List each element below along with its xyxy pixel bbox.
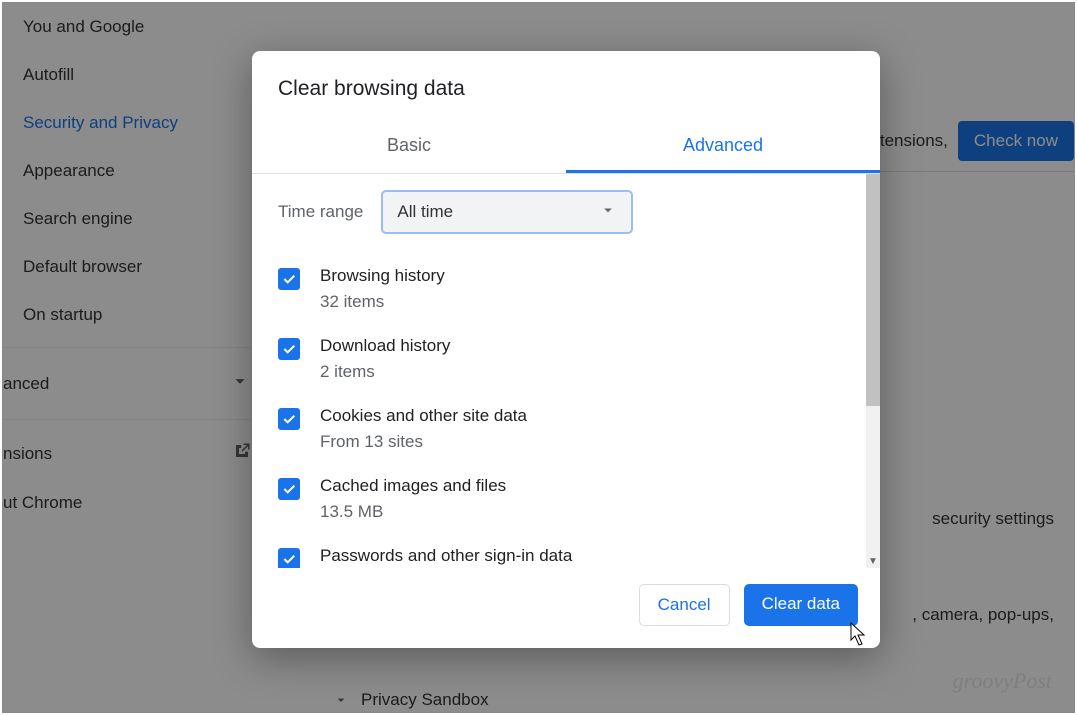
option-subtitle: 32 items: [320, 292, 445, 312]
option-subtitle: 13.5 MB: [320, 502, 506, 522]
time-range-label: Time range: [278, 202, 363, 222]
dialog-title: Clear browsing data: [252, 51, 880, 123]
cancel-button[interactable]: Cancel: [639, 584, 730, 626]
checkbox-passwords[interactable]: [278, 548, 300, 568]
check-icon: [281, 271, 297, 287]
option-subtitle: 2 items: [320, 362, 450, 382]
dialog-tabs: Basic Advanced: [252, 123, 880, 174]
scrollbar-thumb[interactable]: [866, 174, 880, 406]
option-cached[interactable]: Cached images and files 13.5 MB: [278, 466, 856, 536]
check-icon: [281, 341, 297, 357]
option-browsing-history[interactable]: Browsing history 32 items: [278, 256, 856, 326]
clear-browsing-data-dialog: Clear browsing data Basic Advanced Time …: [252, 51, 880, 648]
checkbox-cached[interactable]: [278, 478, 300, 500]
mouse-cursor-icon: [850, 622, 870, 653]
option-title: Browsing history: [320, 266, 445, 286]
dialog-footer: Cancel Clear data: [252, 568, 880, 648]
option-download-history[interactable]: Download history 2 items: [278, 326, 856, 396]
option-subtitle: From 13 sites: [320, 432, 527, 452]
checkbox-download-history[interactable]: [278, 338, 300, 360]
time-range-value: All time: [397, 202, 453, 222]
option-passwords[interactable]: Passwords and other sign-in data: [278, 536, 856, 568]
checkbox-cookies[interactable]: [278, 408, 300, 430]
scroll-area: Time range All time Browsing history: [252, 174, 866, 568]
time-range-row: Time range All time: [278, 190, 856, 234]
time-range-select[interactable]: All time: [381, 190, 633, 234]
option-title: Cached images and files: [320, 476, 506, 496]
scrollbar-down-arrow[interactable]: ▼: [866, 554, 880, 568]
scrollbar-track[interactable]: ▼: [866, 174, 880, 568]
chevron-down-icon: [599, 201, 617, 224]
clear-data-button[interactable]: Clear data: [744, 584, 858, 626]
dialog-content: Time range All time Browsing history: [252, 174, 880, 568]
option-cookies[interactable]: Cookies and other site data From 13 site…: [278, 396, 856, 466]
tab-basic[interactable]: Basic: [252, 123, 566, 173]
option-title: Cookies and other site data: [320, 406, 527, 426]
watermark-text: groovyPost: [953, 668, 1052, 694]
check-icon: [281, 481, 297, 497]
option-title: Passwords and other sign-in data: [320, 546, 572, 566]
checkbox-browsing-history[interactable]: [278, 268, 300, 290]
tab-advanced[interactable]: Advanced: [566, 123, 880, 173]
option-title: Download history: [320, 336, 450, 356]
check-icon: [281, 551, 297, 567]
check-icon: [281, 411, 297, 427]
